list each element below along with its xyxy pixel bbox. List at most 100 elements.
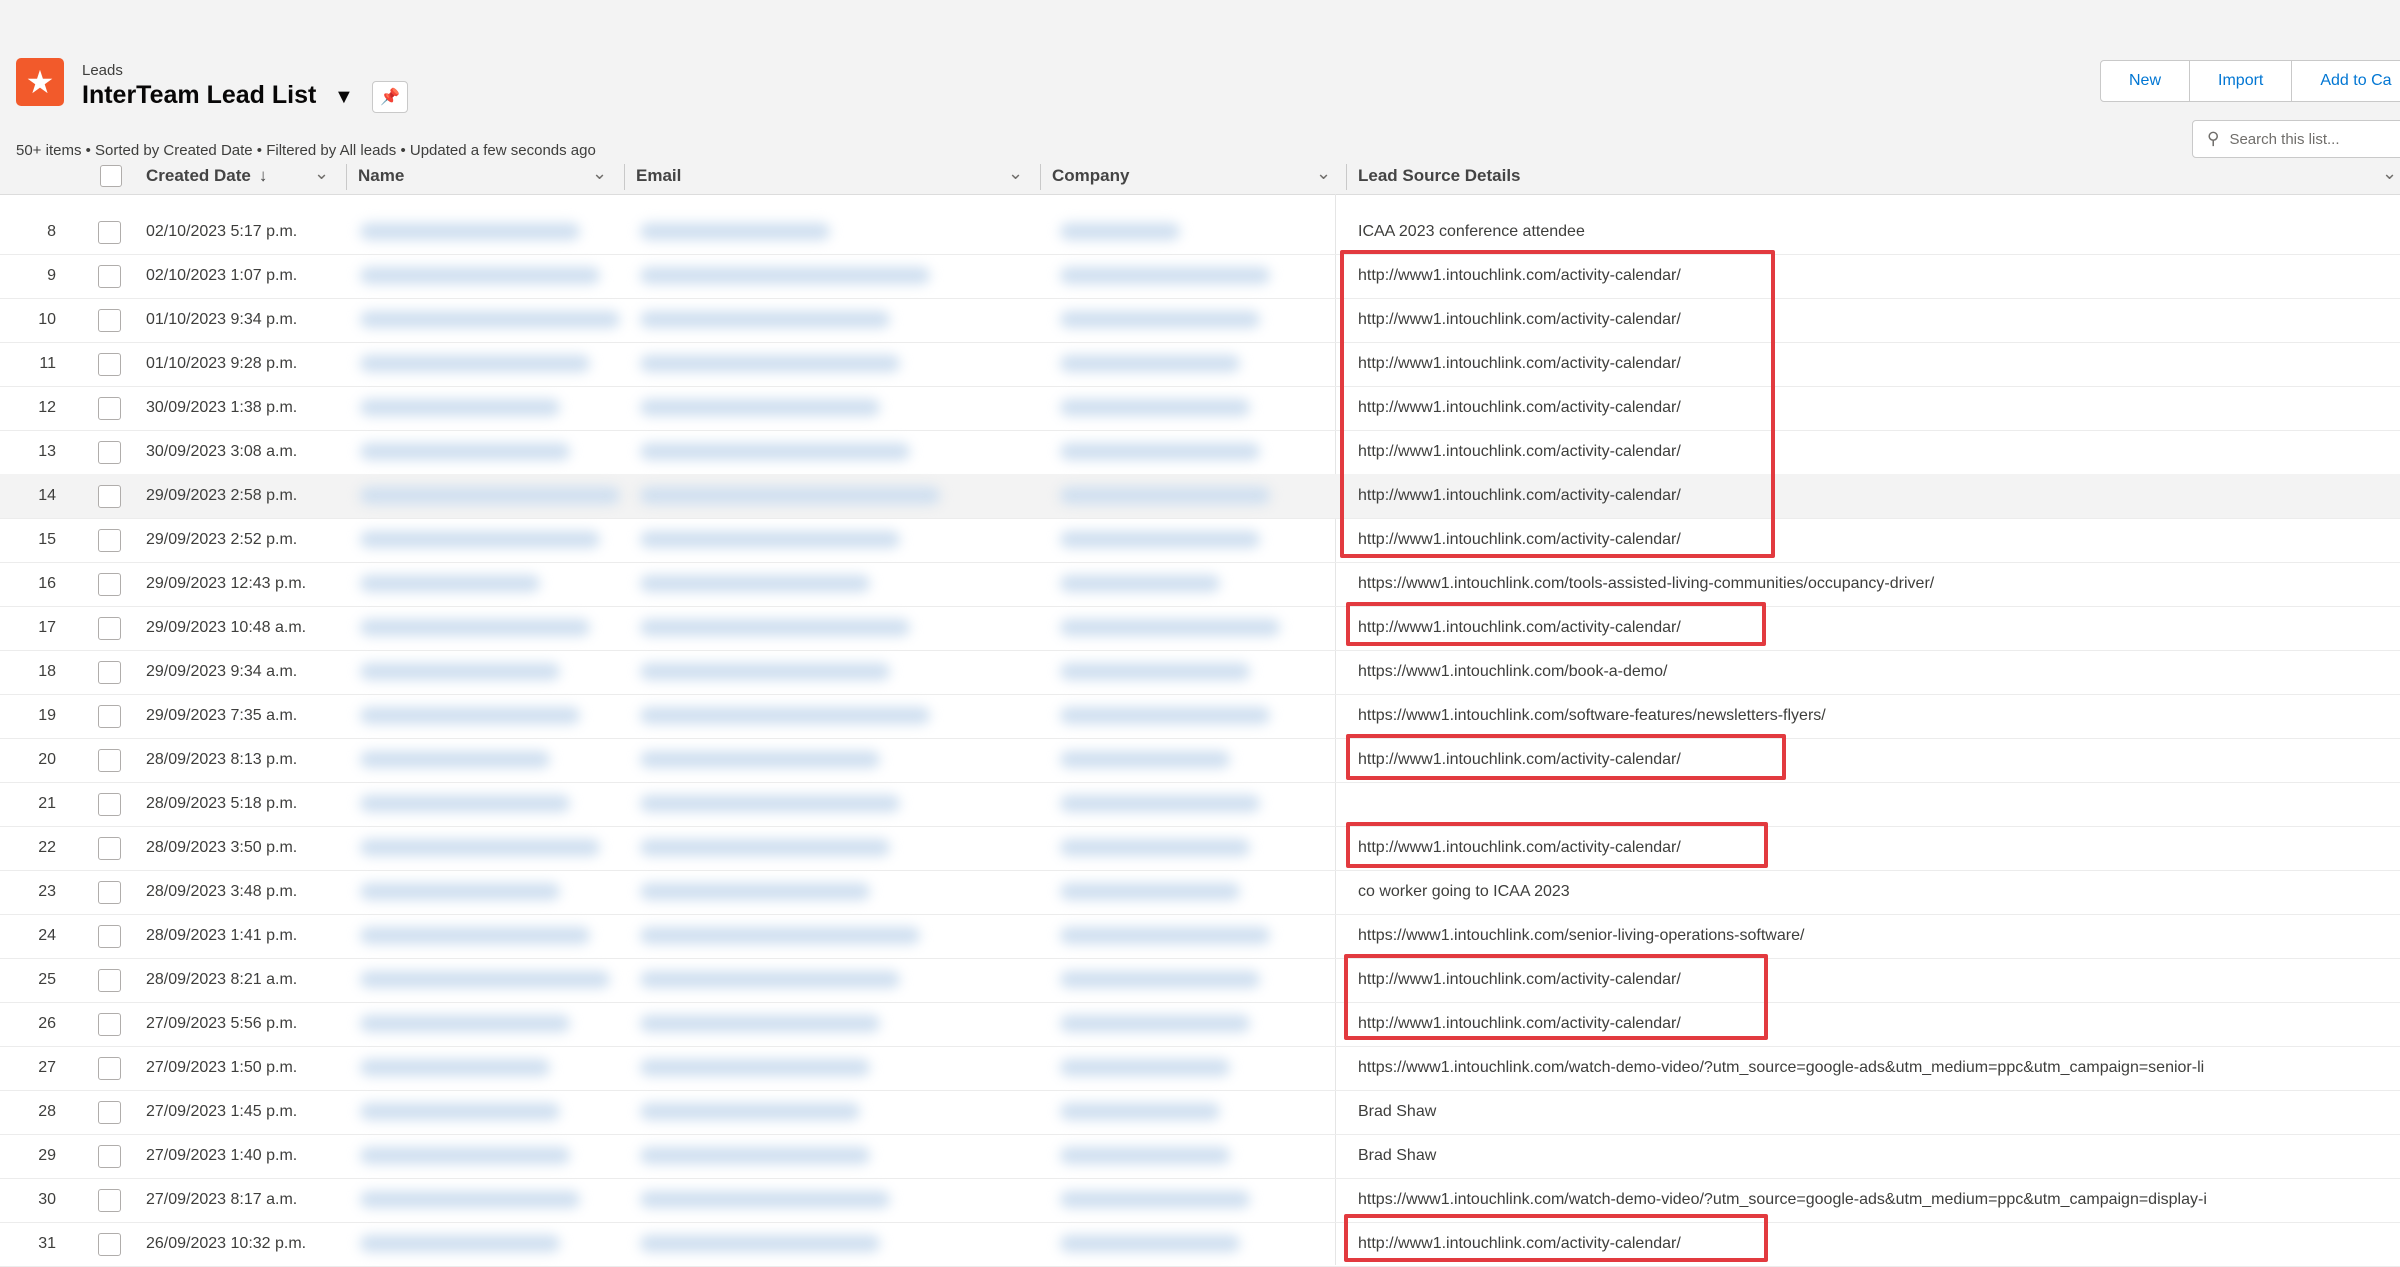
table-row[interactable]: 27 27/09/2023 1:50 p.m. https://www1.int… [0, 1046, 2400, 1091]
company-cell-redacted [1060, 1147, 1230, 1164]
table-row[interactable]: 13 30/09/2023 3:08 a.m. http://www1.into… [0, 430, 2400, 475]
new-button[interactable]: New [2100, 60, 2191, 102]
row-checkbox[interactable] [98, 749, 121, 772]
column-header-name[interactable]: Name [358, 158, 404, 194]
row-checkbox[interactable] [98, 1189, 121, 1212]
row-checkbox[interactable] [98, 573, 121, 596]
table-row[interactable]: 29 27/09/2023 1:40 p.m. Brad Shaw [0, 1134, 2400, 1179]
company-cell-redacted [1060, 1235, 1240, 1252]
row-checkbox[interactable] [98, 441, 121, 464]
row-checkbox[interactable] [98, 617, 121, 640]
row-checkbox[interactable] [98, 793, 121, 816]
row-checkbox[interactable] [98, 265, 121, 288]
column-divider[interactable] [346, 164, 347, 190]
row-checkbox[interactable] [98, 1145, 121, 1168]
company-cell-redacted [1060, 839, 1250, 856]
row-checkbox[interactable] [98, 485, 121, 508]
email-cell-redacted [640, 1059, 870, 1076]
row-checkbox[interactable] [98, 1013, 121, 1036]
table-row[interactable]: 23 28/09/2023 3:48 p.m. co worker going … [0, 870, 2400, 915]
annotation-highlight [1340, 250, 1775, 558]
table-row[interactable]: 28 27/09/2023 1:45 p.m. Brad Shaw [0, 1090, 2400, 1135]
lead-source-cell[interactable]: https://www1.intouchlink.com/senior-livi… [1358, 927, 2398, 945]
row-checkbox[interactable] [98, 309, 121, 332]
row-checkbox[interactable] [98, 1057, 121, 1080]
row-checkbox[interactable] [98, 969, 121, 992]
table-row[interactable]: 19 29/09/2023 7:35 a.m. https://www1.int… [0, 694, 2400, 739]
row-checkbox[interactable] [98, 837, 121, 860]
row-number: 9 [47, 267, 56, 284]
row-checkbox[interactable] [98, 397, 121, 420]
table-row[interactable]: 14 29/09/2023 2:58 p.m. http://www1.into… [0, 474, 2400, 519]
table-row[interactable]: 26 27/09/2023 5:56 p.m. http://www1.into… [0, 1002, 2400, 1047]
table-row[interactable]: 25 28/09/2023 8:21 a.m. http://www1.into… [0, 958, 2400, 1003]
table-row[interactable]: 17 29/09/2023 10:48 a.m. http://www1.int… [0, 606, 2400, 651]
row-checkbox[interactable] [98, 1233, 121, 1256]
table-row[interactable]: 22 28/09/2023 3:50 p.m. http://www1.into… [0, 826, 2400, 871]
pin-list-button[interactable]: 📌 [372, 81, 408, 113]
created-date-cell: 27/09/2023 1:40 p.m. [146, 1147, 298, 1164]
column-divider[interactable] [1040, 164, 1041, 190]
email-cell-redacted [640, 839, 890, 856]
created-date-cell: 29/09/2023 2:58 p.m. [146, 487, 298, 504]
table-row[interactable]: 9 02/10/2023 1:07 p.m. http://www1.intou… [0, 254, 2400, 299]
chevron-down-icon[interactable]: ⌄ [2382, 163, 2397, 184]
email-cell-redacted [640, 575, 870, 592]
table-row[interactable]: 21 28/09/2023 5:18 p.m. [0, 782, 2400, 827]
email-cell-redacted [640, 1191, 890, 1208]
lead-source-cell[interactable]: https://www1.intouchlink.com/book-a-demo… [1358, 663, 2398, 681]
row-checkbox[interactable] [98, 353, 121, 376]
table-row[interactable]: 11 01/10/2023 9:28 p.m. http://www1.into… [0, 342, 2400, 387]
lead-source-cell[interactable]: https://www1.intouchlink.com/software-fe… [1358, 707, 2398, 725]
chevron-down-icon[interactable]: ⌄ [1316, 163, 1331, 184]
lead-source-cell[interactable]: Brad Shaw [1358, 1147, 2398, 1165]
company-cell-redacted [1060, 1191, 1250, 1208]
row-checkbox[interactable] [98, 221, 121, 244]
row-number: 11 [39, 355, 56, 372]
table-row[interactable]: 24 28/09/2023 1:41 p.m. https://www1.int… [0, 914, 2400, 959]
row-checkbox[interactable] [98, 705, 121, 728]
add-to-campaign-button[interactable]: Add to Ca [2291, 60, 2400, 102]
table-row[interactable]: 15 29/09/2023 2:52 p.m. http://www1.into… [0, 518, 2400, 563]
email-cell-redacted [640, 795, 900, 812]
lead-source-cell[interactable]: Brad Shaw [1358, 1103, 2398, 1121]
select-all-checkbox[interactable] [100, 165, 122, 187]
table-row[interactable]: 30 27/09/2023 8:17 a.m. https://www1.int… [0, 1178, 2400, 1223]
row-checkbox[interactable] [98, 1101, 121, 1124]
lead-source-cell[interactable]: ICAA 2023 conference attendee [1358, 223, 2398, 241]
column-header-created-date[interactable]: Created Date ↓ [146, 158, 267, 194]
column-divider[interactable] [624, 164, 625, 190]
email-cell-redacted [640, 1147, 870, 1164]
list-view-title[interactable]: InterTeam Lead List [82, 81, 316, 110]
chevron-down-icon[interactable]: ▼ [334, 86, 354, 109]
table-row[interactable]: 10 01/10/2023 9:34 p.m. http://www1.into… [0, 298, 2400, 343]
import-button[interactable]: Import [2189, 60, 2293, 102]
lead-source-cell[interactable]: https://www1.intouchlink.com/watch-demo-… [1358, 1191, 2398, 1209]
row-number: 14 [38, 487, 56, 504]
row-checkbox[interactable] [98, 881, 121, 904]
column-header-lead-source-details[interactable]: Lead Source Details [1358, 158, 1521, 194]
column-divider[interactable] [1346, 164, 1347, 190]
table-row[interactable]: 8 02/10/2023 5:17 p.m. ICAA 2023 confere… [0, 210, 2400, 255]
table-row[interactable]: 20 28/09/2023 8:13 p.m. http://www1.into… [0, 738, 2400, 783]
table-row[interactable]: 12 30/09/2023 1:38 p.m. http://www1.into… [0, 386, 2400, 431]
chevron-down-icon[interactable]: ⌄ [592, 163, 607, 184]
email-cell-redacted [640, 1103, 860, 1120]
table-row[interactable]: 16 29/09/2023 12:43 p.m. https://www1.in… [0, 562, 2400, 607]
created-date-cell: 29/09/2023 10:48 a.m. [146, 619, 307, 636]
chevron-down-icon[interactable]: ⌄ [314, 163, 329, 184]
search-input[interactable]: ⚲ Search this list... [2192, 120, 2400, 158]
lead-source-cell[interactable]: co worker going to ICAA 2023 [1358, 883, 2398, 901]
column-header-email[interactable]: Email [636, 158, 681, 194]
created-date-cell: 28/09/2023 3:50 p.m. [146, 839, 298, 856]
lead-source-cell[interactable]: https://www1.intouchlink.com/watch-demo-… [1358, 1059, 2398, 1077]
table-row[interactable]: 18 29/09/2023 9:34 a.m. https://www1.int… [0, 650, 2400, 695]
table-row[interactable]: 31 26/09/2023 10:32 p.m. http://www1.int… [0, 1222, 2400, 1267]
row-checkbox[interactable] [98, 661, 121, 684]
row-checkbox[interactable] [98, 925, 121, 948]
column-header-company[interactable]: Company [1052, 158, 1129, 194]
row-checkbox[interactable] [98, 529, 121, 552]
row-number: 15 [38, 531, 56, 548]
chevron-down-icon[interactable]: ⌄ [1008, 163, 1023, 184]
lead-source-cell[interactable]: https://www1.intouchlink.com/tools-assis… [1358, 575, 2398, 593]
